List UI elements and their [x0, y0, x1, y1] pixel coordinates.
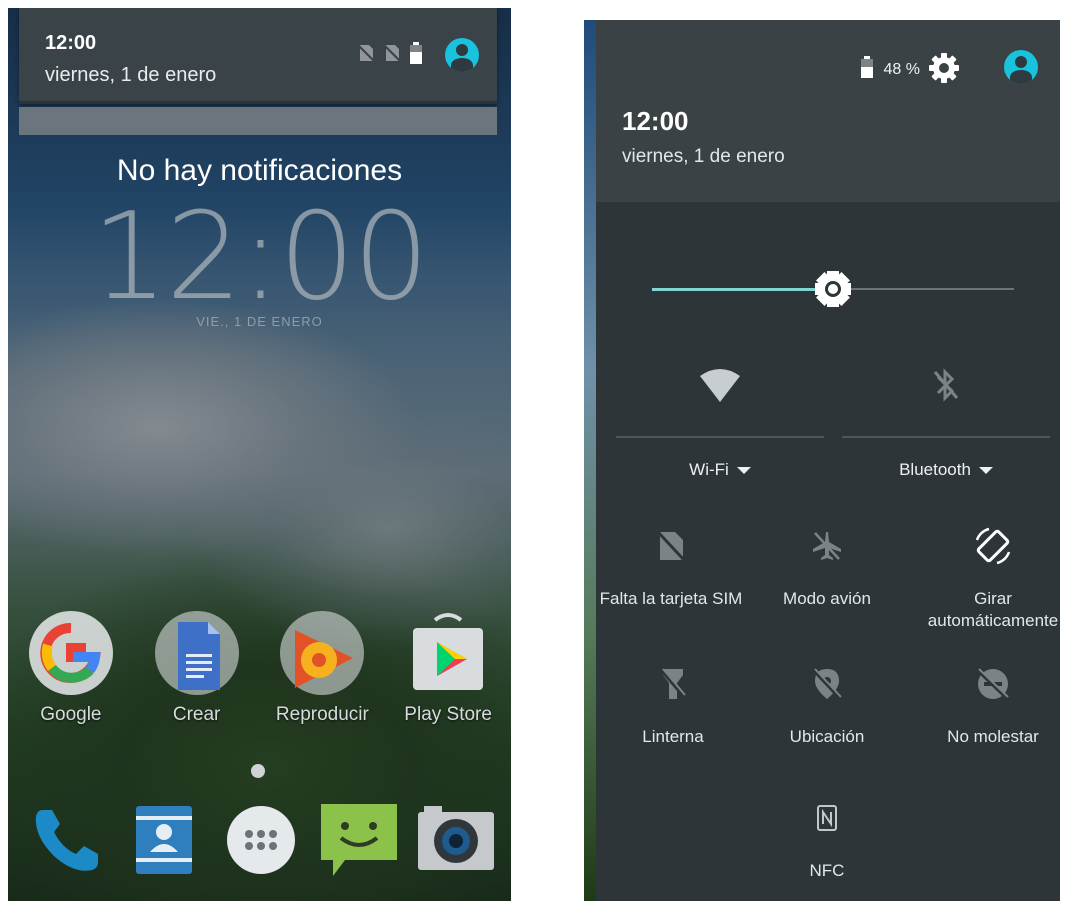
app-label: Google [40, 704, 102, 725]
tile-label: Linterna [642, 727, 704, 746]
quick-settings-phone: 48 % 12:00 viernes, 1 de enero Wi-Fi Blu… [584, 20, 1060, 901]
tile-label: No molestar [947, 727, 1039, 746]
airplane-icon [750, 524, 904, 568]
settings-gear-icon[interactable] [928, 52, 960, 89]
brightness-slider-fill[interactable] [652, 288, 830, 291]
google-icon [28, 610, 114, 696]
qs-date[interactable]: viernes, 1 de enero [622, 146, 785, 168]
tile-nfc[interactable]: NFC [750, 796, 904, 882]
battery-status[interactable]: 48 % [860, 56, 920, 83]
quick-settings-body: Wi-Fi Bluetooth Falta la tarjeta SIM Mod… [596, 202, 1060, 901]
flashlight-icon [596, 662, 750, 706]
no-notifications-text: No hay notificaciones [116, 154, 403, 187]
phone-icon[interactable] [26, 800, 106, 880]
shade-handle[interactable] [19, 107, 497, 135]
user-avatar-icon[interactable] [445, 38, 479, 72]
tile-divider [616, 436, 824, 438]
lockscreen-date: VIE., 1 DE ENERO [196, 314, 323, 329]
nfc-icon [750, 796, 904, 840]
page-indicator [251, 764, 265, 778]
chevron-down-icon[interactable] [978, 466, 993, 474]
notification-shade-header[interactable]: 12:00 viernes, 1 de enero [19, 8, 497, 104]
wallpaper-edge [584, 20, 596, 901]
tile-label: NFC [809, 861, 845, 880]
camera-icon[interactable] [416, 800, 496, 880]
tile-label: Wi-Fi [689, 460, 729, 479]
user-avatar-icon[interactable] [1004, 50, 1038, 84]
lockscreen-clock: 12:00 [91, 188, 430, 327]
bluetooth-off-icon [842, 360, 1050, 410]
app-crear[interactable]: Crear [137, 610, 257, 726]
tile-do-not-disturb[interactable]: No molestar [916, 662, 1060, 748]
tile-no-sim[interactable]: Falta la tarjeta SIM [594, 524, 748, 610]
battery-icon [409, 41, 423, 69]
chevron-down-icon[interactable] [736, 466, 751, 474]
app-label: Play Store [404, 704, 492, 725]
play-music-icon [279, 610, 365, 696]
tile-label: Girar automáticamente [927, 589, 1059, 630]
app-google[interactable]: Google [11, 610, 131, 726]
quick-settings-header: 48 % 12:00 viernes, 1 de enero [596, 20, 1060, 202]
app-label: Crear [172, 704, 221, 725]
no-sim-icon [594, 524, 748, 568]
tile-auto-rotate[interactable]: Girar automáticamente [916, 524, 1060, 632]
tile-airplane-mode[interactable]: Modo avión [750, 524, 904, 610]
play-store-icon [405, 610, 491, 696]
brightness-slider-thumb[interactable] [812, 268, 854, 315]
wifi-icon [616, 360, 824, 410]
app-drawer-icon[interactable] [221, 800, 301, 880]
dock [26, 800, 496, 880]
auto-rotate-icon [916, 524, 1060, 568]
battery-percent: 48 % [883, 60, 920, 78]
tile-flashlight[interactable]: Linterna [596, 662, 750, 748]
tile-label: Modo avión [783, 589, 871, 608]
brightness-slider-track[interactable] [842, 288, 1014, 290]
no-sim-icon [357, 43, 375, 67]
tile-label: Ubicación [789, 727, 865, 746]
lockscreen-phone: 12:00 viernes, 1 de enero No hay notific… [8, 8, 511, 901]
shade-date: viernes, 1 de enero [45, 64, 217, 86]
app-reproducir[interactable]: Reproducir [262, 610, 382, 726]
qs-time: 12:00 [622, 106, 689, 136]
do-not-disturb-icon [916, 662, 1060, 706]
docs-icon [154, 610, 240, 696]
app-label: Reproducir [275, 704, 369, 725]
tile-label: Falta la tarjeta SIM [599, 589, 743, 608]
status-icons [357, 38, 479, 72]
app-play-store[interactable]: Play Store [388, 610, 508, 726]
contacts-icon[interactable] [124, 800, 204, 880]
tile-divider [842, 436, 1050, 438]
no-sim-icon [383, 43, 401, 67]
tile-location[interactable]: Ubicación [750, 662, 904, 748]
tile-label: Bluetooth [899, 460, 971, 479]
tile-bluetooth[interactable]: Bluetooth [842, 360, 1050, 480]
location-off-icon [750, 662, 904, 706]
shade-time: 12:00 [45, 32, 97, 54]
battery-icon [860, 56, 874, 83]
messaging-icon[interactable] [319, 800, 399, 880]
home-app-row: Google Crear Reproducir Play Store [8, 610, 511, 726]
tile-wifi[interactable]: Wi-Fi [616, 360, 824, 480]
